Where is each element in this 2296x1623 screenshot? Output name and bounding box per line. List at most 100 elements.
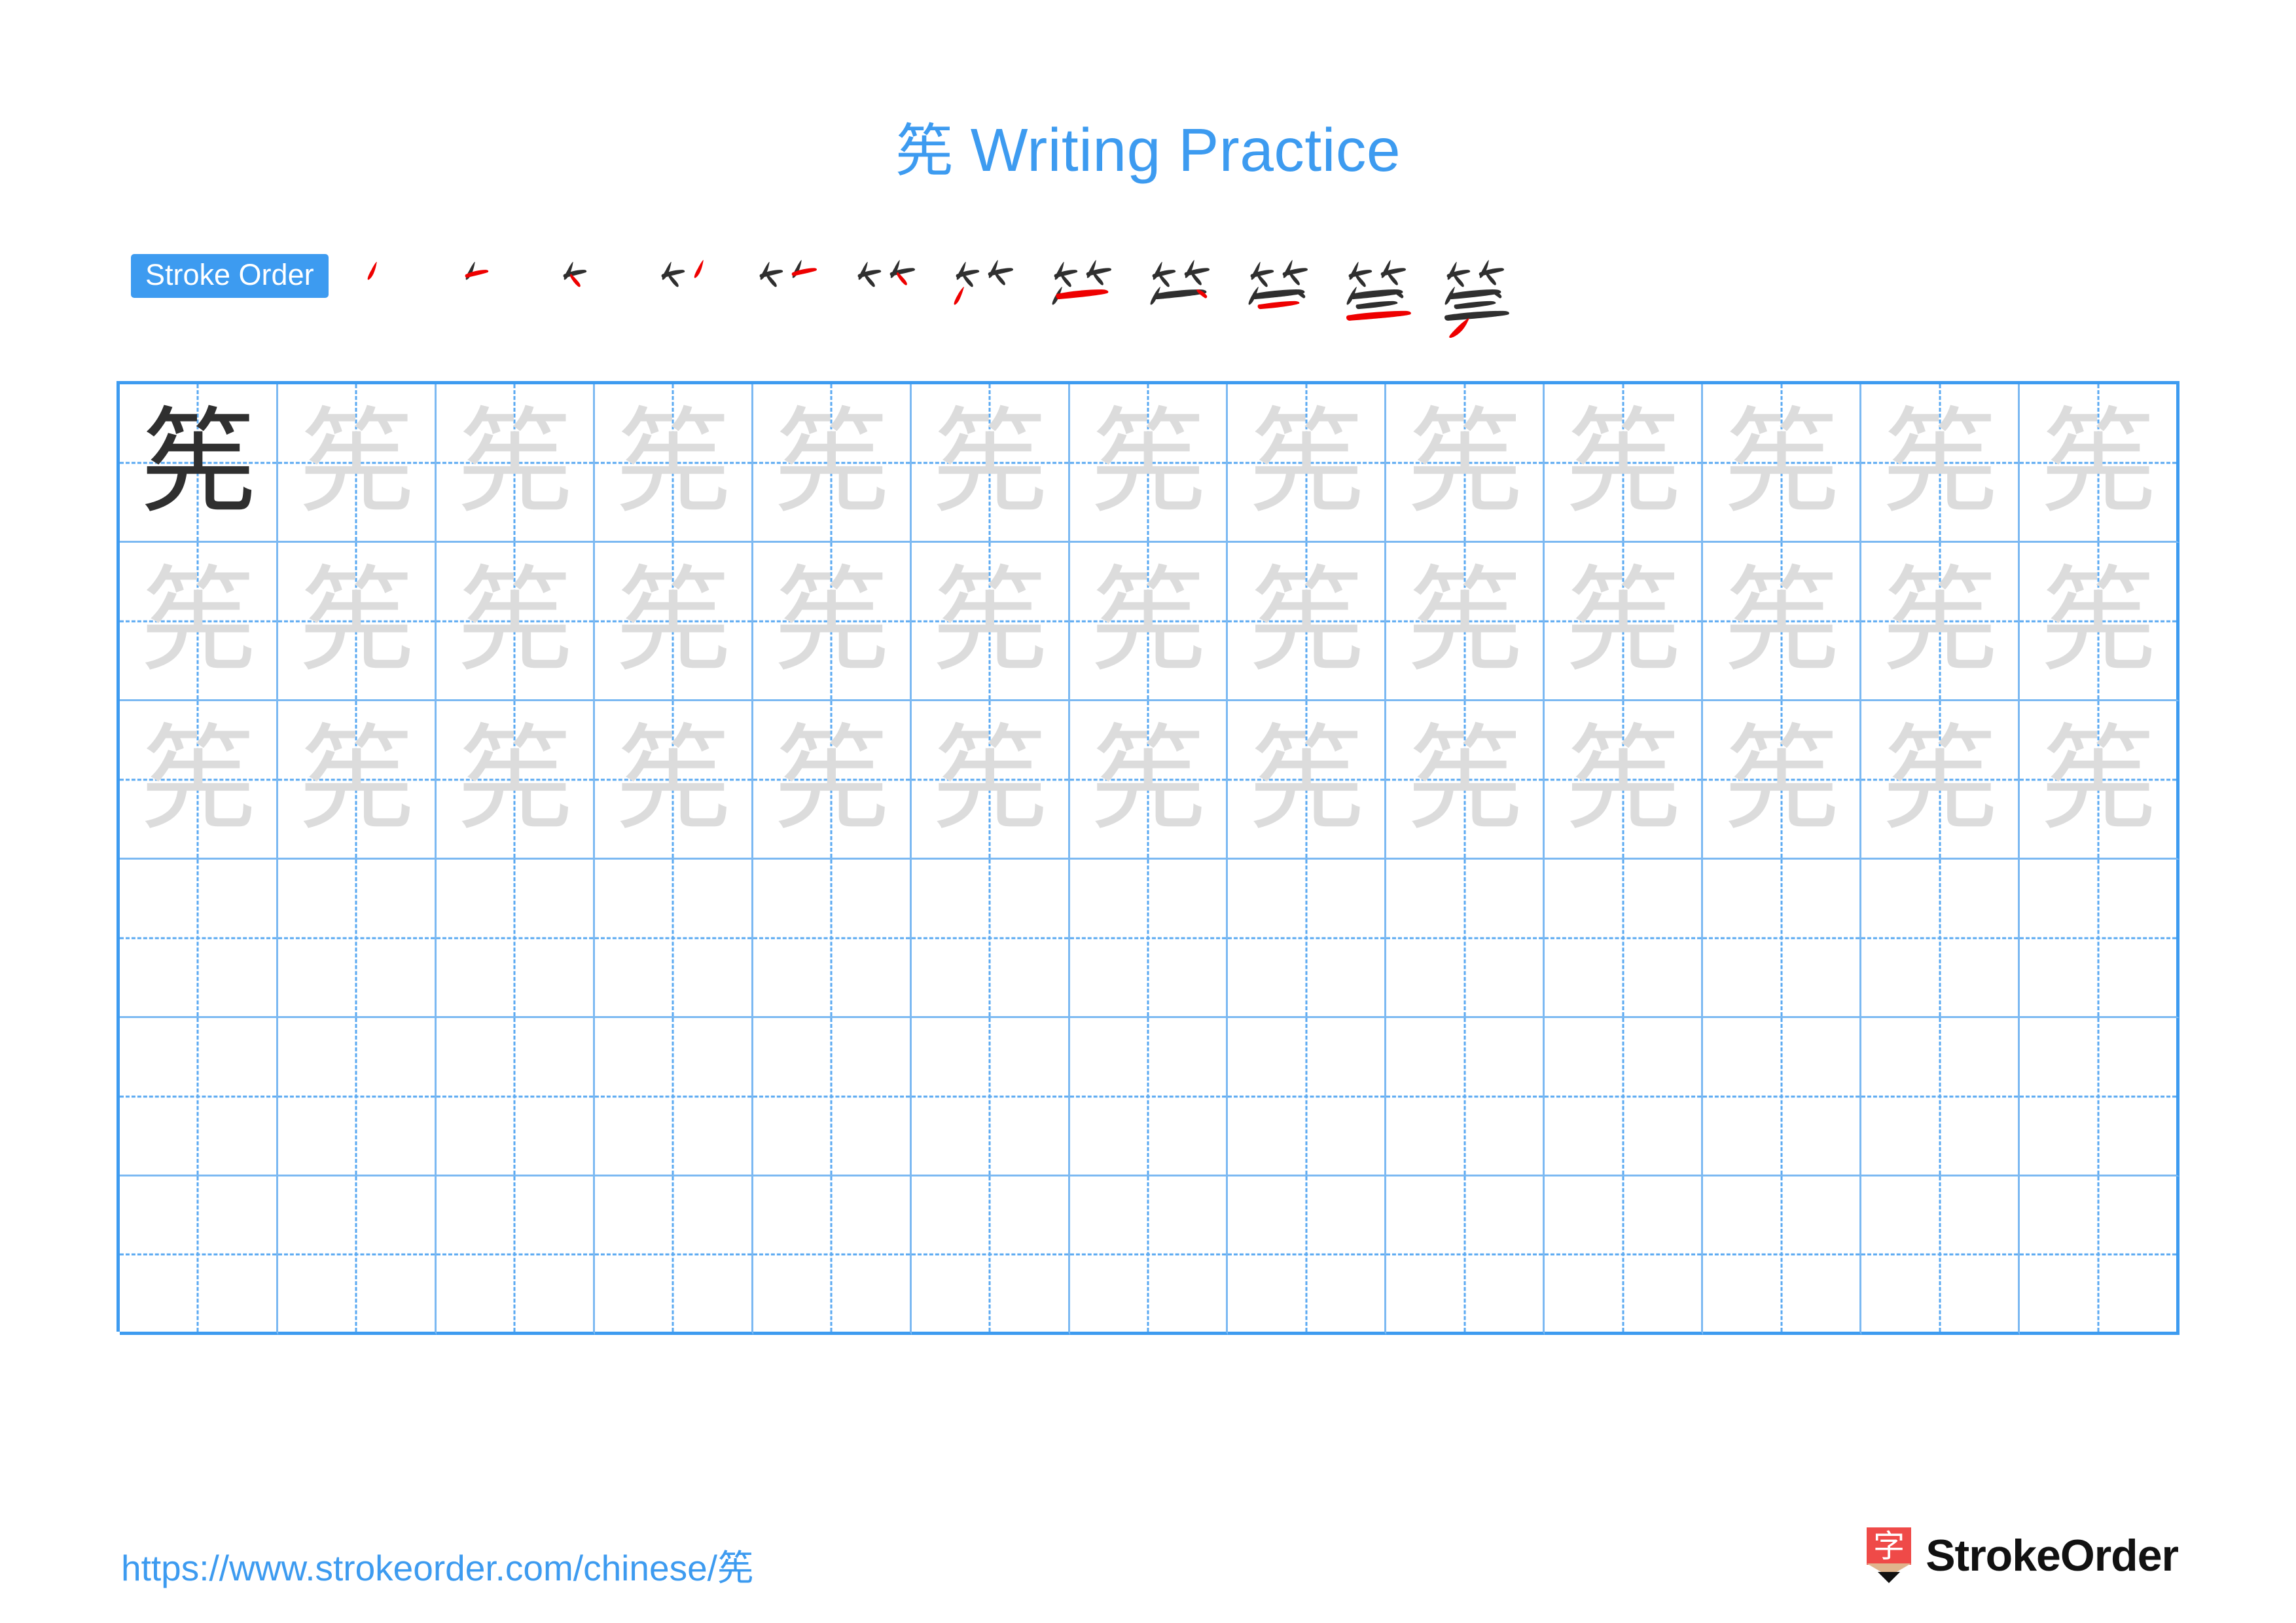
ghost-character: 筅 [774, 712, 889, 847]
practice-cell[interactable] [1228, 1018, 1387, 1176]
practice-cell[interactable]: 筅 [1069, 701, 1229, 860]
ghost-character: 筅 [774, 395, 889, 530]
source-url[interactable]: https://www.strokeorder.com/chinese/筅 [121, 1539, 753, 1591]
practice-cell[interactable] [1069, 1018, 1229, 1176]
practice-cell[interactable]: 筅 [2020, 701, 2179, 860]
ghost-character: 筅 [1882, 395, 1998, 530]
practice-cell[interactable]: 筅 [1545, 543, 1704, 701]
practice-cell[interactable]: 筅 [1703, 543, 1862, 701]
brand-name: StrokeOrder [1926, 1531, 2179, 1580]
practice-cell[interactable] [1069, 1176, 1229, 1335]
practice-cell[interactable] [1703, 860, 1862, 1018]
practice-cell[interactable]: 筅 [1703, 701, 1862, 860]
practice-cell[interactable] [1228, 1176, 1387, 1335]
practice-cell[interactable] [2020, 1176, 2179, 1335]
practice-cell[interactable]: 筅 [753, 543, 912, 701]
practice-cell[interactable]: 筅 [2020, 543, 2179, 701]
stroke-order-badge: Stroke Order [131, 254, 329, 298]
practice-cell[interactable]: 筅 [436, 543, 595, 701]
practice-cell[interactable]: 筅 [436, 701, 595, 860]
practice-cell[interactable] [436, 1176, 595, 1335]
practice-cell[interactable]: 筅 [120, 384, 278, 543]
stroke-step-glyph [1150, 260, 1210, 305]
practice-cell[interactable]: 筅 [436, 384, 595, 543]
practice-cell[interactable]: 筅 [594, 543, 753, 701]
practice-cell[interactable] [2020, 1018, 2179, 1176]
practice-cell[interactable] [1386, 1176, 1545, 1335]
practice-cell[interactable] [120, 860, 278, 1018]
practice-row [120, 1018, 2179, 1176]
practice-cell[interactable] [2020, 860, 2179, 1018]
ghost-character: 筅 [298, 712, 414, 847]
practice-cell[interactable] [1861, 1018, 2020, 1176]
practice-cell[interactable]: 筅 [594, 384, 753, 543]
practice-cell[interactable]: 筅 [278, 701, 437, 860]
practice-cell[interactable] [1228, 860, 1387, 1018]
practice-cell[interactable] [1545, 860, 1704, 1018]
practice-row: 筅筅筅筅筅筅筅筅筅筅筅筅筅 [120, 701, 2179, 860]
practice-cell[interactable]: 筅 [120, 701, 278, 860]
practice-cell[interactable]: 筅 [1386, 543, 1545, 701]
practice-cell[interactable] [911, 860, 1070, 1018]
practice-cell[interactable] [594, 1176, 753, 1335]
practice-cell[interactable]: 筅 [1228, 384, 1387, 543]
stroke-step-4 [640, 247, 738, 346]
ghost-character: 筅 [2040, 395, 2156, 530]
practice-cell[interactable]: 筅 [911, 701, 1070, 860]
practice-cell[interactable] [278, 860, 437, 1018]
practice-cell[interactable] [436, 1018, 595, 1176]
stroke-step-12 [1426, 247, 1524, 346]
practice-cell[interactable]: 筅 [278, 543, 437, 701]
practice-cell[interactable] [594, 1018, 753, 1176]
practice-cell[interactable]: 筅 [753, 701, 912, 860]
practice-cell[interactable] [278, 1018, 437, 1176]
ghost-character: 筅 [615, 712, 731, 847]
practice-cell[interactable]: 筅 [1861, 701, 2020, 860]
practice-cell[interactable]: 筅 [594, 701, 753, 860]
practice-cell[interactable]: 筅 [1386, 384, 1545, 543]
ghost-character: 筅 [615, 553, 731, 688]
practice-cell[interactable] [1386, 860, 1545, 1018]
practice-cell[interactable] [911, 1176, 1070, 1335]
practice-cell[interactable] [278, 1176, 437, 1335]
ghost-character: 筅 [298, 395, 414, 530]
practice-cell[interactable] [1069, 860, 1229, 1018]
practice-cell[interactable]: 筅 [1228, 543, 1387, 701]
practice-cell[interactable]: 筅 [1228, 701, 1387, 860]
practice-cell[interactable] [1545, 1018, 1704, 1176]
practice-cell[interactable]: 筅 [1386, 701, 1545, 860]
practice-cell[interactable] [1386, 1018, 1545, 1176]
practice-cell[interactable] [120, 1018, 278, 1176]
practice-cell[interactable]: 筅 [911, 543, 1070, 701]
practice-cell[interactable] [1703, 1018, 1862, 1176]
practice-cell[interactable] [1861, 1176, 2020, 1335]
stroke-step-glyph [1346, 260, 1411, 321]
practice-cell[interactable]: 筅 [1069, 543, 1229, 701]
practice-cell[interactable]: 筅 [1069, 384, 1229, 543]
practice-cell[interactable] [436, 860, 595, 1018]
stroke-step-glyph [367, 261, 377, 280]
practice-cell[interactable] [753, 1018, 912, 1176]
ghost-character: 筅 [1248, 395, 1364, 530]
ghost-character: 筅 [932, 553, 1048, 688]
practice-cell[interactable] [753, 1176, 912, 1335]
practice-cell[interactable]: 筅 [1545, 701, 1704, 860]
practice-cell[interactable] [1545, 1176, 1704, 1335]
practice-cell[interactable]: 筅 [120, 543, 278, 701]
practice-cell[interactable]: 筅 [1861, 543, 2020, 701]
practice-cell[interactable]: 筅 [911, 384, 1070, 543]
practice-cell[interactable] [120, 1176, 278, 1335]
practice-cell[interactable] [594, 860, 753, 1018]
practice-cell[interactable]: 筅 [2020, 384, 2179, 543]
practice-cell[interactable]: 筅 [753, 384, 912, 543]
practice-cell[interactable]: 筅 [1861, 384, 2020, 543]
practice-cell[interactable]: 筅 [1703, 384, 1862, 543]
practice-cell[interactable] [1861, 860, 2020, 1018]
stroke-step-glyph [759, 260, 817, 287]
practice-cell[interactable]: 筅 [1545, 384, 1704, 543]
practice-cell[interactable] [1703, 1176, 1862, 1335]
practice-cell[interactable] [911, 1018, 1070, 1176]
ghost-character: 筅 [1248, 553, 1364, 688]
practice-cell[interactable]: 筅 [278, 384, 437, 543]
practice-cell[interactable] [753, 860, 912, 1018]
